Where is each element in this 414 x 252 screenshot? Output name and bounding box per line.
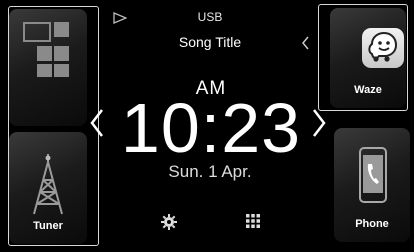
song-title: Song Title (178, 34, 242, 50)
waze-tile[interactable]: Waze (330, 8, 406, 108)
app-grid-tile[interactable] (9, 9, 87, 126)
phone-tile-label: Phone (355, 218, 389, 230)
clock-time: 10:23 (120, 89, 302, 167)
tuner-tile[interactable]: Tuner (9, 132, 87, 244)
waze-tile-label: Waze (354, 84, 382, 96)
chevron-left-icon[interactable] (302, 36, 310, 55)
clock-date: Sun. 1 Apr. (168, 162, 252, 181)
phone-tile[interactable]: Phone (334, 128, 410, 242)
gear-icon[interactable] (161, 214, 177, 235)
radio-tower-icon (26, 152, 70, 221)
play-icon (113, 11, 128, 29)
previous-page-arrow-icon[interactable] (90, 108, 104, 143)
phone-icon (358, 146, 388, 209)
waze-icon (362, 28, 404, 68)
apps-grid-icon[interactable] (246, 214, 260, 233)
grid-icon (23, 22, 77, 77)
source-label[interactable]: USB (170, 10, 250, 24)
tuner-tile-label: Tuner (33, 220, 63, 232)
next-page-arrow-icon[interactable] (312, 108, 326, 143)
